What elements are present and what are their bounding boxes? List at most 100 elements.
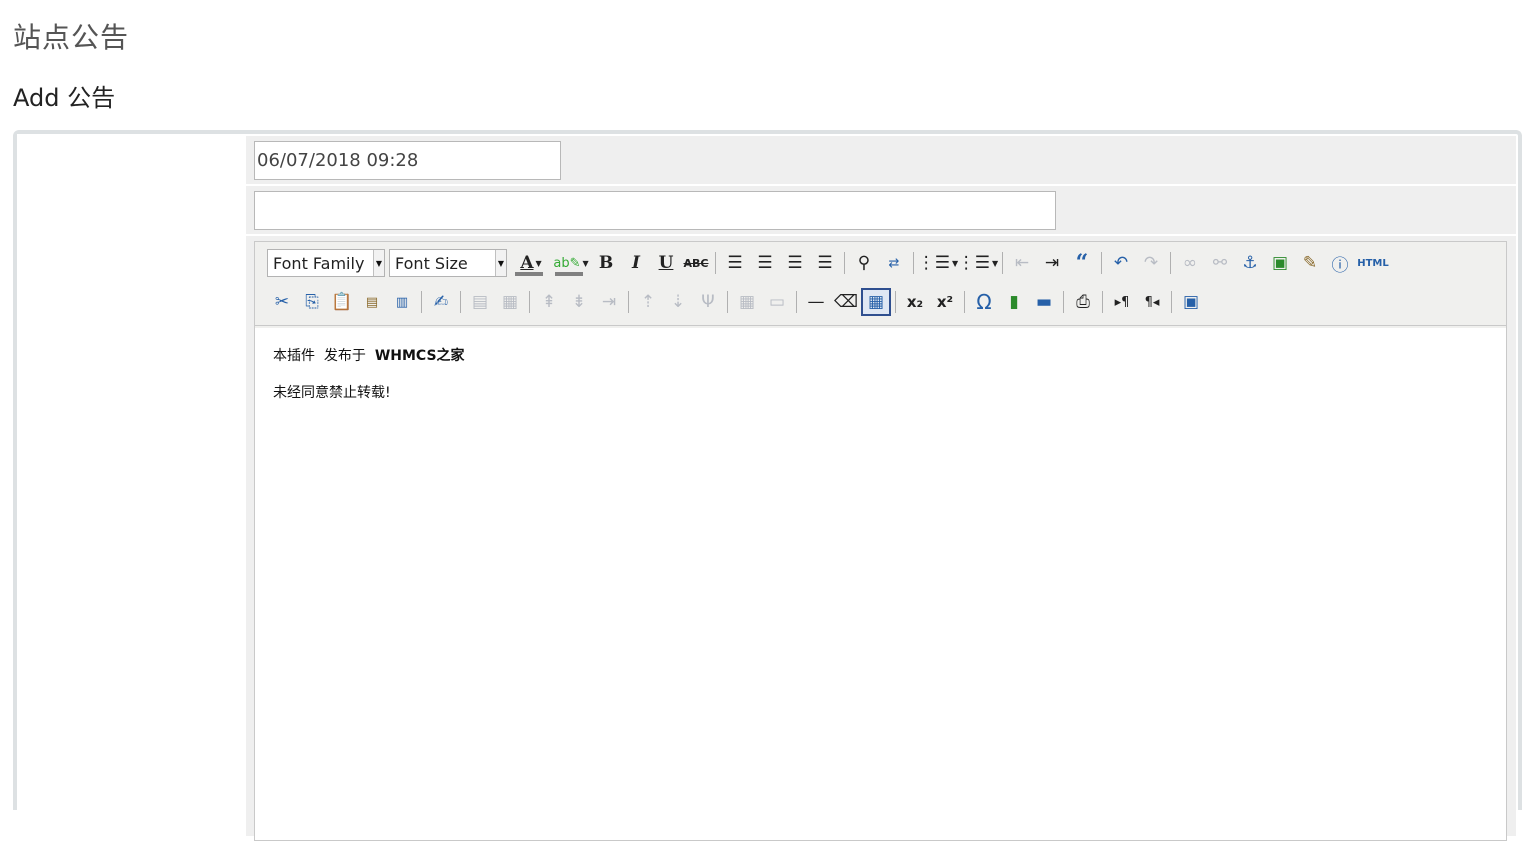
content-line-1: 本插件 发布于 WHMCS之家 xyxy=(273,345,1488,365)
page-title: 站点公告 xyxy=(13,21,130,54)
replace-icon[interactable]: ⇄ xyxy=(879,249,909,277)
time-input[interactable] xyxy=(254,141,561,180)
announcement-form: 时间 标题 公告 Font Family ▼ Font Size ▼ xyxy=(13,130,1522,841)
highlight-color-icon: ab✎ xyxy=(553,255,581,271)
numbered-list-icon[interactable]: ⋮☰ ▼ xyxy=(958,249,998,277)
outdent-icon[interactable]: ⇤ xyxy=(1007,249,1037,277)
label-column xyxy=(17,134,246,810)
paste-icon[interactable]: 📋 xyxy=(327,288,357,316)
indent-icon[interactable]: ⇥ xyxy=(1037,249,1067,277)
undo-icon[interactable]: ↶ xyxy=(1106,249,1136,277)
title-field-cell xyxy=(246,186,1516,234)
toggle-guidelines-icon[interactable]: ▦ xyxy=(861,288,891,316)
content-line-1-prefix: 本插件 发布于 xyxy=(273,348,375,364)
bold-icon[interactable]: B xyxy=(591,249,621,277)
chevron-down-icon: ▼ xyxy=(535,258,542,268)
blockquote-icon[interactable]: “ xyxy=(1067,249,1097,277)
toolbar-separator xyxy=(715,252,716,274)
toolbar-separator xyxy=(913,252,914,274)
rtl-icon[interactable]: ¶◂ xyxy=(1137,288,1167,316)
print-icon[interactable]: ⎙ xyxy=(1068,288,1098,316)
time-field-cell xyxy=(246,136,1516,184)
section-title: Add 公告 xyxy=(13,84,116,112)
toolbar-separator xyxy=(727,291,728,313)
align-justify-icon[interactable]: ☰ xyxy=(810,249,840,277)
col-before-icon[interactable]: ⇡ xyxy=(633,288,663,316)
cleanup-icon[interactable]: ✎ xyxy=(1295,249,1325,277)
delete-col-icon[interactable]: Ψ xyxy=(693,288,723,316)
title-input[interactable] xyxy=(254,191,1056,230)
align-center-icon[interactable]: ☰ xyxy=(750,249,780,277)
font-family-label: Font Family xyxy=(273,253,365,273)
chevron-down-icon: ▼ xyxy=(495,250,506,276)
row-before-icon[interactable]: ⇞ xyxy=(534,288,564,316)
delete-row-icon[interactable]: ⇥ xyxy=(594,288,624,316)
paste-word-icon[interactable]: ▥ xyxy=(387,288,417,316)
toolbar-row-1: Font Family ▼ Font Size ▼ A ▼ ab✎ ▼ B I … xyxy=(267,248,1391,278)
toolbar-separator xyxy=(1102,291,1103,313)
font-color-icon: A xyxy=(520,253,534,273)
help-icon[interactable]: ⓘ xyxy=(1325,249,1355,277)
toolbar-separator xyxy=(1063,291,1064,313)
split-cells-icon[interactable]: ▦ xyxy=(732,288,762,316)
chevron-down-icon: ▼ xyxy=(373,250,384,276)
italic-icon[interactable]: I xyxy=(621,249,651,277)
toolbar-separator xyxy=(1002,252,1003,274)
align-right-icon[interactable]: ☰ xyxy=(780,249,810,277)
unlink-icon[interactable]: ⚯ xyxy=(1205,249,1235,277)
copy-icon[interactable]: ⎘ xyxy=(297,288,327,316)
font-color-button[interactable]: A ▼ xyxy=(511,249,551,277)
toolbar-separator xyxy=(844,252,845,274)
image-icon[interactable]: ▣ xyxy=(1265,249,1295,277)
ltr-icon[interactable]: ▸¶ xyxy=(1107,288,1137,316)
toolbar-separator xyxy=(529,291,530,313)
toolbar-separator xyxy=(1101,252,1102,274)
charmap-icon[interactable]: Ω xyxy=(969,288,999,316)
subscript-icon[interactable]: x₂ xyxy=(900,288,930,316)
align-left-icon[interactable]: ☰ xyxy=(720,249,750,277)
toolbar-separator xyxy=(421,291,422,313)
table-row-icon[interactable]: ▤ xyxy=(465,288,495,316)
redo-icon[interactable]: ↷ xyxy=(1136,249,1166,277)
toolbar-separator xyxy=(796,291,797,313)
fullscreen-icon[interactable]: ▣ xyxy=(1176,288,1206,316)
content-line-1-bold: WHMCS之家 xyxy=(374,348,465,364)
html-icon[interactable]: HTML xyxy=(1355,249,1391,277)
font-color-bar xyxy=(515,272,543,276)
strikethrough-icon[interactable]: ABC xyxy=(681,249,711,277)
editor-content-area[interactable]: 本插件 发布于 WHMCS之家 未经同意禁止转载! xyxy=(255,328,1506,840)
col-after-icon[interactable]: ⇣ xyxy=(663,288,693,316)
toolbar-separator xyxy=(628,291,629,313)
font-size-label: Font Size xyxy=(395,253,468,273)
toolbar-separator xyxy=(460,291,461,313)
bullet-list-icon[interactable]: ⋮☰ ▼ xyxy=(918,249,958,277)
toolbar-separator xyxy=(964,291,965,313)
toolbar-separator xyxy=(1170,252,1171,274)
advanced-hr-icon[interactable]: ▬ xyxy=(1029,288,1059,316)
remove-format-icon[interactable]: ⌫ xyxy=(831,288,861,316)
row-after-icon[interactable]: ⇟ xyxy=(564,288,594,316)
content-line-2: 未经同意禁止转载! xyxy=(273,385,391,401)
highlight-color-button[interactable]: ab✎ ▼ xyxy=(551,249,591,277)
superscript-icon[interactable]: x² xyxy=(930,288,960,316)
link-icon[interactable]: ∞ xyxy=(1175,249,1205,277)
rich-text-editor: Font Family ▼ Font Size ▼ A ▼ ab✎ ▼ B I … xyxy=(254,241,1507,841)
underline-icon[interactable]: U xyxy=(651,249,681,277)
find-icon[interactable]: ⚲ xyxy=(849,249,879,277)
highlight-color-bar xyxy=(555,272,583,276)
table-cell-icon[interactable]: ▦ xyxy=(495,288,525,316)
chevron-down-icon: ▼ xyxy=(992,258,999,268)
font-family-select[interactable]: Font Family ▼ xyxy=(267,249,385,277)
cut-icon[interactable]: ✂ xyxy=(267,288,297,316)
hr-icon[interactable]: — xyxy=(801,288,831,316)
toolbar-separator xyxy=(895,291,896,313)
font-size-select[interactable]: Font Size ▼ xyxy=(389,249,507,277)
paste-text-icon[interactable]: ▤ xyxy=(357,288,387,316)
announcement-field-cell: Font Family ▼ Font Size ▼ A ▼ ab✎ ▼ B I … xyxy=(246,236,1516,841)
edit-css-icon[interactable]: ✍ xyxy=(426,288,456,316)
toolbar-separator xyxy=(1171,291,1172,313)
merge-cells-icon[interactable]: ▭ xyxy=(762,288,792,316)
media-icon[interactable]: ▮ xyxy=(999,288,1029,316)
chevron-down-icon: ▼ xyxy=(582,258,589,268)
anchor-icon[interactable]: ⚓ xyxy=(1235,249,1265,277)
